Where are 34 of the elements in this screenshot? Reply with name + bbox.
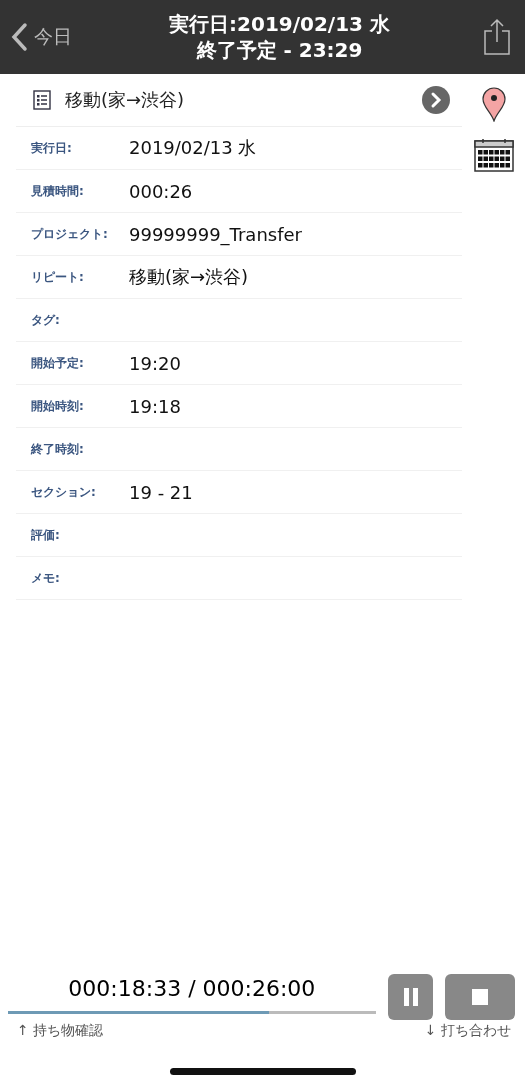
field-value: 99999999_Transfer <box>129 223 302 245</box>
field-label: セクション: <box>30 483 97 501</box>
back-chevron-icon <box>10 22 28 52</box>
navigation-subtitle: 終了予定 - 23:29 <box>195 37 364 63</box>
field-value: 19:18 <box>129 395 181 417</box>
stop-icon <box>472 989 489 1005</box>
calendar-button[interactable] <box>473 138 514 172</box>
map-pin-button[interactable] <box>480 86 507 122</box>
field-label: 見積時間: <box>30 182 85 200</box>
pause-button[interactable] <box>387 974 434 1020</box>
field-label: 実行日: <box>30 139 73 157</box>
pause-icon <box>402 988 419 1006</box>
next-task-link[interactable]: ↓ 打ち合わせ <box>424 1022 511 1040</box>
field-label: 開始予定: <box>30 354 85 372</box>
field-label: 評価: <box>30 526 61 544</box>
detail-button[interactable] <box>422 86 450 114</box>
field-value: 移動(家→渋谷) <box>129 265 249 289</box>
field-value: 19 - 21 <box>129 481 193 503</box>
back-button[interactable]: 今日 <box>10 22 100 52</box>
timer-reading: 000:18:33 / 000:26:00 <box>67 975 317 1003</box>
field-label: 開始時刻: <box>30 397 85 415</box>
stop-button[interactable] <box>445 974 515 1020</box>
previous-task-link[interactable]: ↑ 持ち物確認 <box>17 1022 104 1040</box>
field-value: 19:20 <box>129 352 181 374</box>
field-label: リピート: <box>30 268 85 286</box>
field-label: タグ: <box>30 311 61 329</box>
field-label: プロジェクト: <box>30 225 109 243</box>
field-value: 000:26 <box>129 180 193 202</box>
navigation-title: 実行日:2019/02/13 水 <box>168 11 391 37</box>
field-value: 2019/02/13 水 <box>129 136 257 160</box>
task-title: 移動(家→渋谷) <box>65 88 186 112</box>
field-label: メモ: <box>30 569 61 587</box>
list-icon <box>33 90 51 110</box>
field-label: 終了時刻: <box>30 440 85 458</box>
